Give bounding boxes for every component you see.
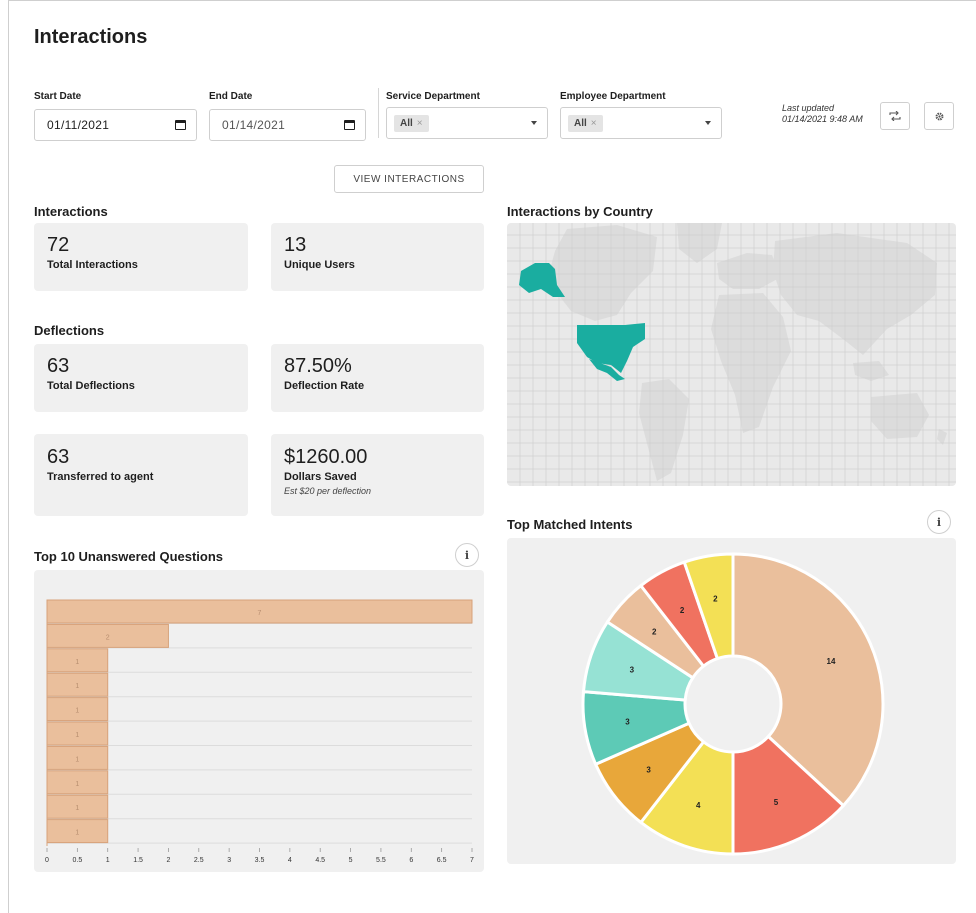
end-date-input[interactable]: 01/14/2021 (209, 109, 366, 141)
transferred-card: 63 Transferred to agent (34, 434, 248, 516)
end-date-label: End Date (209, 91, 253, 102)
unanswered-bar-chart: 7 2 1 1 1 1 1 1 1 1 0 0.5 1 1.5 2 2.5 3 3.5 4 4.5 5 5.5 6 6.5 7 (45, 599, 474, 864)
transferred-value: 63 (47, 446, 70, 468)
filter-divider (378, 88, 379, 138)
world-map[interactable] (507, 223, 956, 486)
intents-donut-chart: 14 5 4 3 3 3 2 2 2 (581, 552, 885, 856)
service-department-chip[interactable]: All × (394, 114, 429, 132)
employee-department-label: Employee Department (560, 91, 666, 102)
x-tick-label: 1.5 (133, 857, 143, 864)
intent-slice-label: 3 (630, 665, 635, 674)
bar-label: 1 (75, 805, 79, 812)
x-tick-label: 7 (470, 857, 474, 864)
refresh-button[interactable] (880, 102, 910, 130)
info-icon: i (464, 548, 470, 562)
start-date-input[interactable]: 01/11/2021 (34, 109, 197, 141)
x-tick-label: 5.5 (376, 857, 386, 864)
end-date-value: 01/14/2021 (222, 118, 286, 132)
gear-icon (935, 112, 943, 120)
total-deflections-label: Total Deflections (47, 380, 135, 392)
bar-label: 1 (75, 756, 79, 763)
x-tick-label: 0.5 (72, 857, 82, 864)
deflection-rate-card: 87.50% Deflection Rate (271, 344, 484, 412)
bar-label: 1 (75, 683, 79, 690)
dollars-saved-note: Est $20 per deflection (284, 486, 372, 496)
intents-info-button[interactable]: i (927, 510, 951, 534)
unanswered-chart: 7 2 1 1 1 1 1 1 1 1 0 0.5 1 1.5 2 2.5 3 3.5 4 4.5 5 5.5 6 6.5 7 (34, 570, 484, 872)
intent-slice-label: 14 (827, 657, 836, 666)
map-title: Interactions by Country (507, 204, 653, 219)
view-interactions-button[interactable]: VIEW INTERACTIONS (334, 165, 484, 193)
service-department-label: Service Department (386, 91, 480, 102)
x-tick-label: 2 (166, 857, 170, 864)
chevron-down-icon[interactable] (705, 121, 711, 125)
close-icon[interactable]: × (591, 118, 597, 129)
x-tick-label: 2.5 (194, 857, 204, 864)
total-interactions-card: 72 Total Interactions (34, 223, 248, 291)
total-deflections-value: 63 (47, 355, 70, 377)
page-title: Interactions (34, 26, 148, 48)
intent-slice-label: 2 (652, 628, 657, 637)
bar-label: 1 (75, 781, 79, 788)
bar-label: 1 (75, 659, 79, 666)
x-tick-label: 6.5 (437, 857, 447, 864)
unanswered-title: Top 10 Unanswered Questions (34, 549, 224, 564)
intent-slice-label: 2 (680, 606, 685, 615)
bar-label: 7 (258, 610, 262, 617)
deflection-rate-label: Deflection Rate (284, 380, 365, 392)
chip-label: All (574, 117, 587, 129)
unique-users-card: 13 Unique Users (271, 223, 484, 291)
refresh-icon (889, 111, 901, 121)
employee-department-chip[interactable]: All × (568, 114, 603, 132)
world-map-svg (507, 223, 956, 486)
dollars-saved-card: $1260.00 Dollars Saved Est $20 per defle… (271, 434, 484, 516)
intent-slice-label: 4 (696, 801, 701, 810)
employee-department-select[interactable]: All × (560, 107, 722, 139)
bar-label: 1 (75, 732, 79, 739)
settings-button[interactable] (924, 102, 954, 130)
dollars-saved-label: Dollars Saved (284, 471, 357, 483)
deflections-title: Deflections (34, 323, 105, 338)
last-updated-value: 01/14/2021 9:48 AM (782, 114, 863, 124)
bar-label: 1 (75, 708, 79, 715)
unanswered-info-button[interactable]: i (455, 543, 479, 567)
x-tick-label: 4.5 (315, 857, 325, 864)
interactions-title: Interactions (34, 204, 108, 219)
x-tick-label: 1 (106, 857, 110, 864)
bar-label: 2 (106, 634, 110, 641)
close-icon[interactable]: × (417, 118, 423, 129)
unique-users-value: 13 (284, 234, 307, 256)
calendar-icon[interactable] (344, 120, 355, 130)
chevron-down-icon[interactable] (531, 121, 537, 125)
info-icon: i (936, 515, 942, 529)
transferred-label: Transferred to agent (47, 471, 154, 483)
intent-slice-label: 3 (646, 766, 651, 775)
service-department-select[interactable]: All × (386, 107, 548, 139)
total-interactions-label: Total Interactions (47, 259, 138, 271)
intent-slice-label: 3 (625, 718, 630, 727)
chip-label: All (400, 117, 413, 129)
bar-label: 1 (75, 830, 79, 837)
total-interactions-value: 72 (47, 234, 70, 256)
total-deflections-card: 63 Total Deflections (34, 344, 248, 412)
last-updated-label: Last updated (782, 103, 835, 113)
intent-slice-label: 5 (774, 798, 779, 807)
intents-title: Top Matched Intents (507, 517, 633, 532)
x-tick-label: 3 (227, 857, 231, 864)
start-date-label: Start Date (34, 91, 82, 102)
intent-slice-label: 2 (713, 594, 718, 603)
calendar-icon[interactable] (175, 120, 186, 130)
x-tick-label: 0 (45, 857, 49, 864)
x-tick-label: 3.5 (255, 857, 265, 864)
last-updated: Last updated 01/14/2021 9:48 AM (782, 103, 863, 125)
unique-users-label: Unique Users (284, 259, 355, 271)
dollars-saved-value: $1260.00 (284, 446, 368, 468)
deflection-rate-value: 87.50% (284, 355, 352, 377)
intents-chart: 14 5 4 3 3 3 2 2 2 (507, 538, 956, 864)
x-tick-label: 5 (349, 857, 353, 864)
x-tick-label: 4 (288, 857, 292, 864)
start-date-value: 01/11/2021 (47, 118, 110, 132)
x-tick-label: 6 (409, 857, 413, 864)
